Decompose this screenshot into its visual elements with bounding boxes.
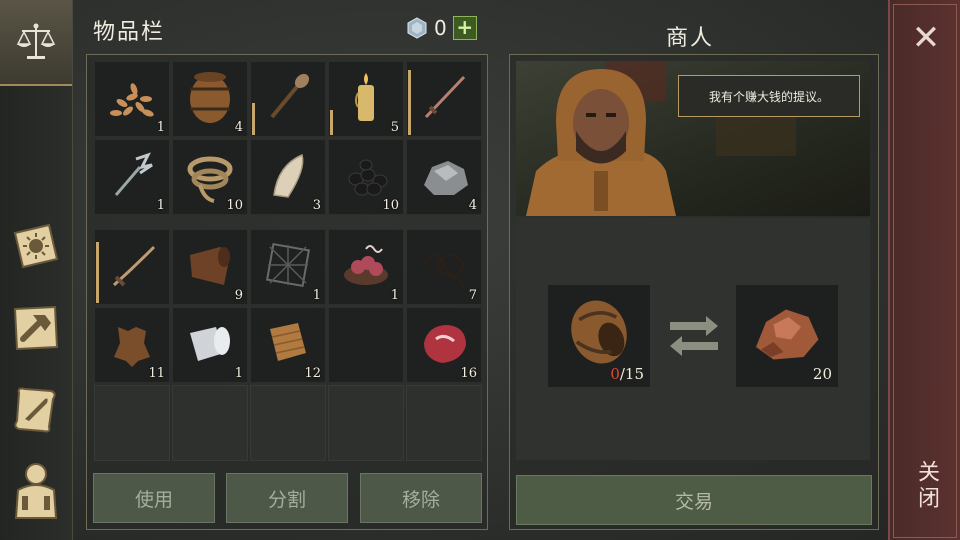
- sword-icon: [424, 75, 466, 119]
- receive-item-count: 20: [812, 365, 832, 383]
- inventory-grid: 1 4 5 1 10 3 10 4 9 1 1 7 11 1 12 16: [94, 61, 482, 461]
- inventory-slot[interactable]: 1: [172, 307, 248, 383]
- seeds-icon: [110, 83, 154, 117]
- fang-icon: [273, 153, 304, 198]
- inventory-slot[interactable]: [94, 385, 170, 461]
- inventory-slot[interactable]: [250, 61, 326, 137]
- hide-icon: [114, 327, 150, 367]
- inventory-slot[interactable]: [172, 385, 248, 461]
- inventory-slot[interactable]: 1: [94, 139, 170, 215]
- durability-bar: [96, 242, 99, 303]
- trade-tab[interactable]: [0, 0, 72, 86]
- item-count: 16: [460, 366, 477, 381]
- inventory-slot[interactable]: [406, 61, 482, 137]
- sun-book-icon: [13, 223, 59, 269]
- item-count: 1: [156, 120, 165, 135]
- receive-item-slot[interactable]: 20: [736, 285, 838, 387]
- add-currency-button[interactable]: +: [452, 16, 477, 40]
- scroll-quill-icon: [14, 387, 56, 433]
- character-tab[interactable]: [8, 462, 64, 519]
- inventory-slot[interactable]: 12: [250, 307, 326, 383]
- entrails-icon: [344, 245, 388, 285]
- inventory-slot[interactable]: [328, 385, 404, 461]
- durability-bar: [252, 103, 255, 135]
- meat-icon: [424, 325, 466, 363]
- inventory-slot[interactable]: 10: [328, 139, 404, 215]
- currency-value: 0: [434, 16, 447, 40]
- merchant-title: 商人: [666, 26, 715, 51]
- item-count: 10: [226, 198, 243, 213]
- sabre-icon: [113, 245, 156, 287]
- give-item-slot[interactable]: 0/15: [548, 285, 650, 387]
- inventory-slot[interactable]: [94, 229, 170, 305]
- item-count: 7: [468, 288, 477, 303]
- item-count: 10: [382, 198, 399, 213]
- use-button[interactable]: 使用: [93, 473, 215, 523]
- inventory-slot[interactable]: 3: [250, 139, 326, 215]
- inventory-slot[interactable]: 1: [250, 229, 326, 305]
- item-count: 1: [312, 288, 321, 303]
- inventory-slot[interactable]: 1: [328, 229, 404, 305]
- barrel-icon: [190, 72, 230, 123]
- scales-icon: [16, 23, 56, 59]
- mace-icon: [270, 73, 310, 119]
- inventory-slot[interactable]: [328, 307, 404, 383]
- inventory-slot[interactable]: 5: [328, 61, 404, 137]
- stone-icon: [424, 161, 468, 195]
- gem-icon: [407, 17, 427, 39]
- trident-icon: [114, 152, 153, 196]
- exchange-arrows-icon: [670, 316, 718, 356]
- inventory-slot[interactable]: 10: [172, 139, 248, 215]
- barrel-icon: [571, 300, 627, 364]
- merchant-speech-bubble: 我有个赚大钱的提议。: [678, 75, 860, 117]
- inventory-slot[interactable]: 9: [172, 229, 248, 305]
- item-count: 4: [468, 198, 477, 213]
- remove-button[interactable]: 移除: [360, 473, 482, 523]
- journal-tab[interactable]: [8, 218, 64, 274]
- item-count: 1: [390, 288, 399, 303]
- net-icon: [265, 242, 311, 288]
- inventory-slot[interactable]: 1: [94, 61, 170, 137]
- rope-icon: [187, 156, 233, 203]
- inventory-slot[interactable]: 11: [94, 307, 170, 383]
- give-item-count: 0/15: [610, 365, 644, 383]
- currency-display: 0 +: [406, 16, 477, 40]
- cloth-icon: [190, 327, 230, 361]
- item-count: 12: [304, 366, 321, 381]
- inventory-slot[interactable]: 4: [172, 61, 248, 137]
- item-count: 1: [234, 366, 243, 381]
- trade-button[interactable]: 交易: [516, 475, 872, 525]
- candle-icon: [355, 73, 374, 121]
- inventory-slot[interactable]: 16: [406, 307, 482, 383]
- item-count: 4: [234, 120, 243, 135]
- quests-tab[interactable]: [8, 382, 64, 438]
- inventory-slot[interactable]: 7: [406, 229, 482, 305]
- item-count: 9: [234, 288, 243, 303]
- burlap-icon: [270, 323, 306, 361]
- character-icon: [14, 463, 58, 519]
- close-icon[interactable]: ✕: [910, 18, 942, 58]
- durability-bar: [408, 70, 411, 135]
- close-panel-border: [893, 4, 957, 538]
- durability-bar: [330, 110, 333, 135]
- copper-ore-icon: [756, 309, 819, 360]
- inventory-slot[interactable]: [406, 385, 482, 461]
- item-count: 11: [148, 366, 165, 381]
- item-count: 1: [156, 198, 165, 213]
- sidebar: [0, 0, 73, 540]
- inventory-title: 物品栏: [93, 20, 166, 45]
- grid-spacer: [94, 217, 482, 227]
- item-count: 3: [312, 198, 321, 213]
- wire-icon: [422, 253, 466, 288]
- coal-icon: [348, 159, 388, 196]
- inventory-slot[interactable]: [250, 385, 326, 461]
- leather-roll-icon: [190, 247, 230, 285]
- close-label[interactable]: 关闭: [912, 460, 942, 512]
- split-button[interactable]: 分割: [226, 473, 348, 523]
- hammer-icon: [13, 305, 59, 351]
- inventory-slot[interactable]: 4: [406, 139, 482, 215]
- item-count: 5: [390, 120, 399, 135]
- crafting-tab[interactable]: [8, 300, 64, 356]
